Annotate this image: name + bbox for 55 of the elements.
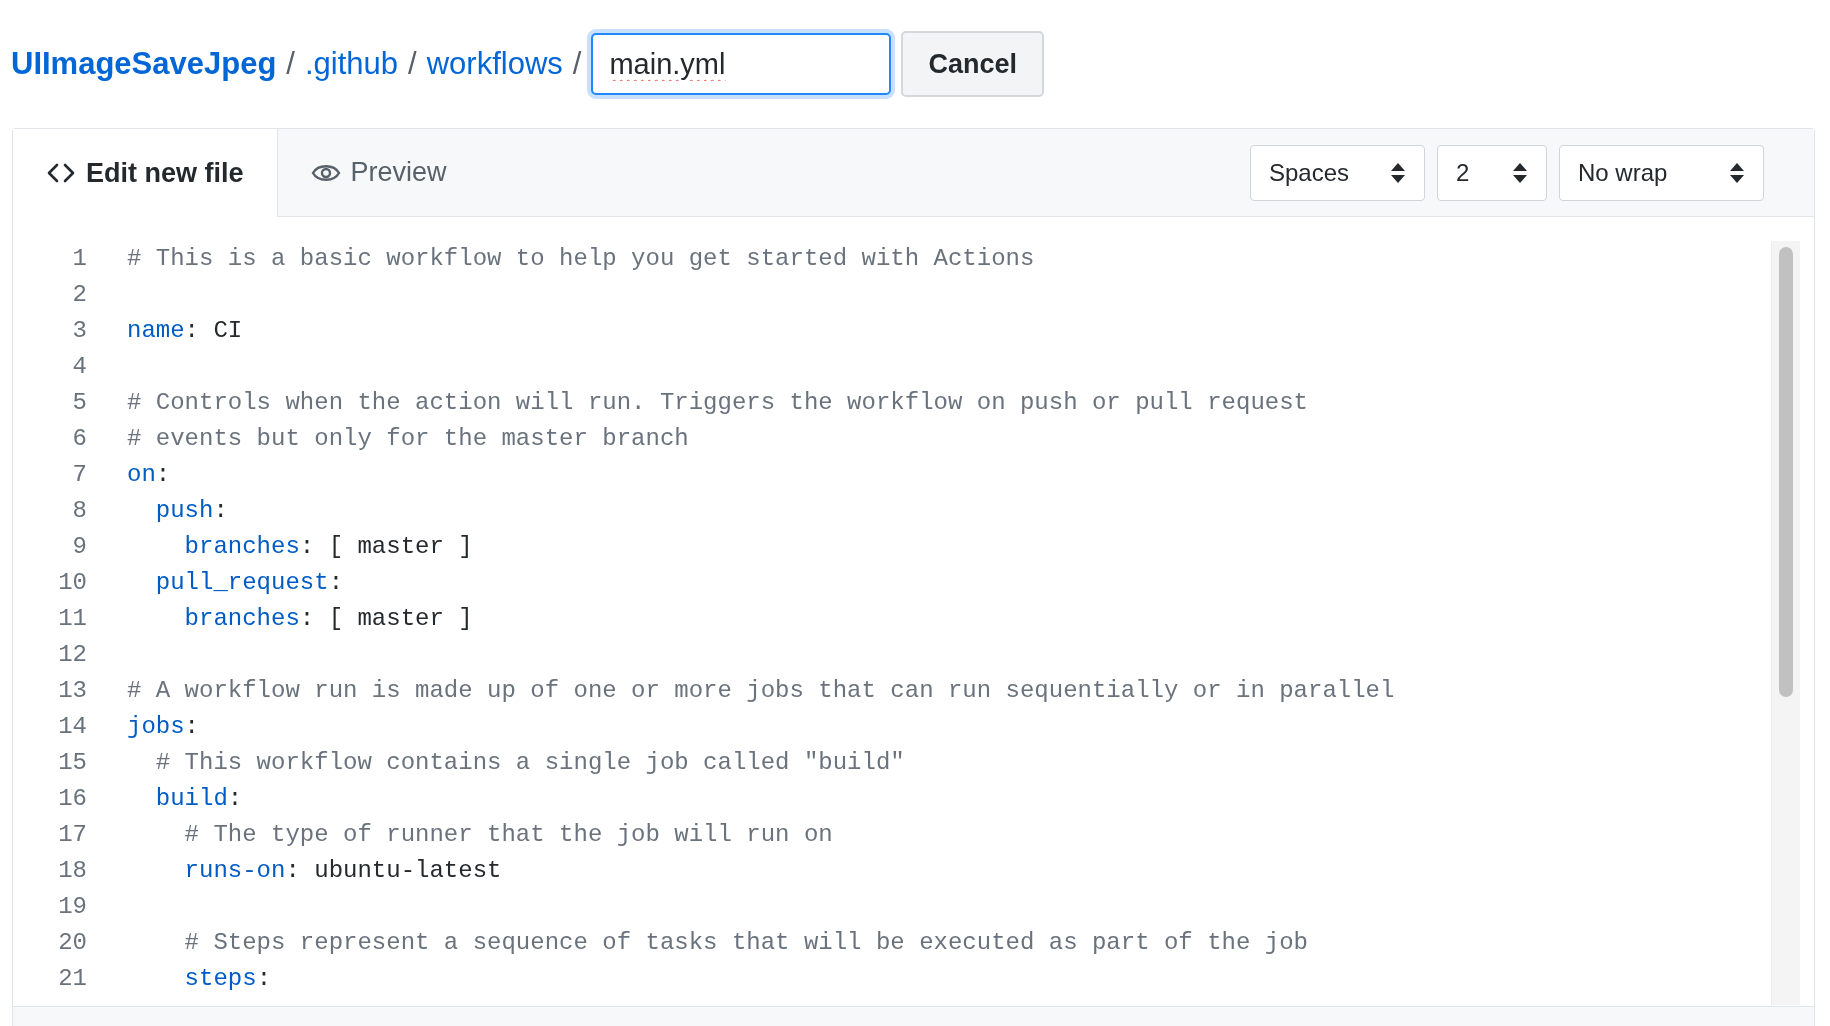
breadcrumb-link[interactable]: workflows [426,46,563,82]
line-number: 11 [57,604,88,634]
line-number: 10 [57,568,88,598]
path-separator: / [286,46,295,82]
line-number: 3 [71,316,88,346]
code-line: runs-on: ubuntu-latest [183,856,502,886]
line-number: 7 [71,460,88,490]
line-number: 5 [71,388,88,418]
code-line: # Steps represent a sequence of tasks that will be executed as part of the job [183,928,1308,958]
editor-tab[interactable]: Edit new file [13,129,278,217]
line-number: 2 [71,280,88,310]
select-dropdown[interactable]: No wrap [1559,144,1764,201]
line-number: 1 [71,244,88,274]
code-line: # This is a basic workflow to help you get started with Actions [127,244,1035,274]
code-line: # events but only for the master branch [127,424,689,454]
path-separator: / [408,46,417,82]
select-dropdown[interactable]: 2 [1437,144,1547,201]
up-down-arrows-icon [1512,161,1528,184]
line-number: 21 [57,964,88,994]
select-dropdown[interactable]: Spaces [1250,144,1425,201]
line-number: 12 [57,640,88,670]
cancel-button[interactable]: Cancel [901,31,1044,97]
line-number: 19 [57,892,88,922]
code-line: # The type of runner that the job will run on [183,820,833,850]
code-line: name: CI [127,316,243,346]
code-line: branches: [ master ] [183,604,473,634]
scrollbar[interactable] [1771,241,1800,1005]
editor-tab[interactable]: Preview [277,129,480,216]
breadcrumb-link[interactable]: .github [305,46,399,82]
line-number: 20 [57,928,88,958]
code-line: # Controls when the action will run. Triggers the workflow on push or pull request [127,388,1308,418]
line-number: 17 [57,820,88,850]
code-line: # This workflow contains a single job called "build" [154,748,905,778]
up-down-arrows-icon [1729,161,1745,184]
line-number: 4 [71,352,88,382]
code-line: build: [154,784,243,814]
path-separator: / [572,46,582,82]
line-number: 15 [57,748,88,778]
code-line: steps: [183,964,272,994]
filename-field[interactable]: main.yml [591,33,892,95]
line-number: 16 [57,784,88,814]
code-line: pull_request: [154,568,344,598]
line-number: 18 [57,856,88,886]
code-line: # A workflow run is made up of one or more jobs that can run sequentially or in parallel [127,676,1395,706]
line-number: 13 [57,676,88,706]
line-number: 6 [71,424,88,454]
line-number: 9 [71,532,88,562]
code-line: on: [127,460,171,490]
code-line: branches: [ master ] [183,532,473,562]
up-down-arrows-icon [1390,161,1406,184]
breadcrumb-link[interactable]: UIImageSaveJpeg [11,46,277,82]
line-number: 14 [57,712,88,742]
code-line: push: [154,496,228,526]
code-line: jobs: [127,712,199,742]
line-number: 8 [71,496,88,526]
